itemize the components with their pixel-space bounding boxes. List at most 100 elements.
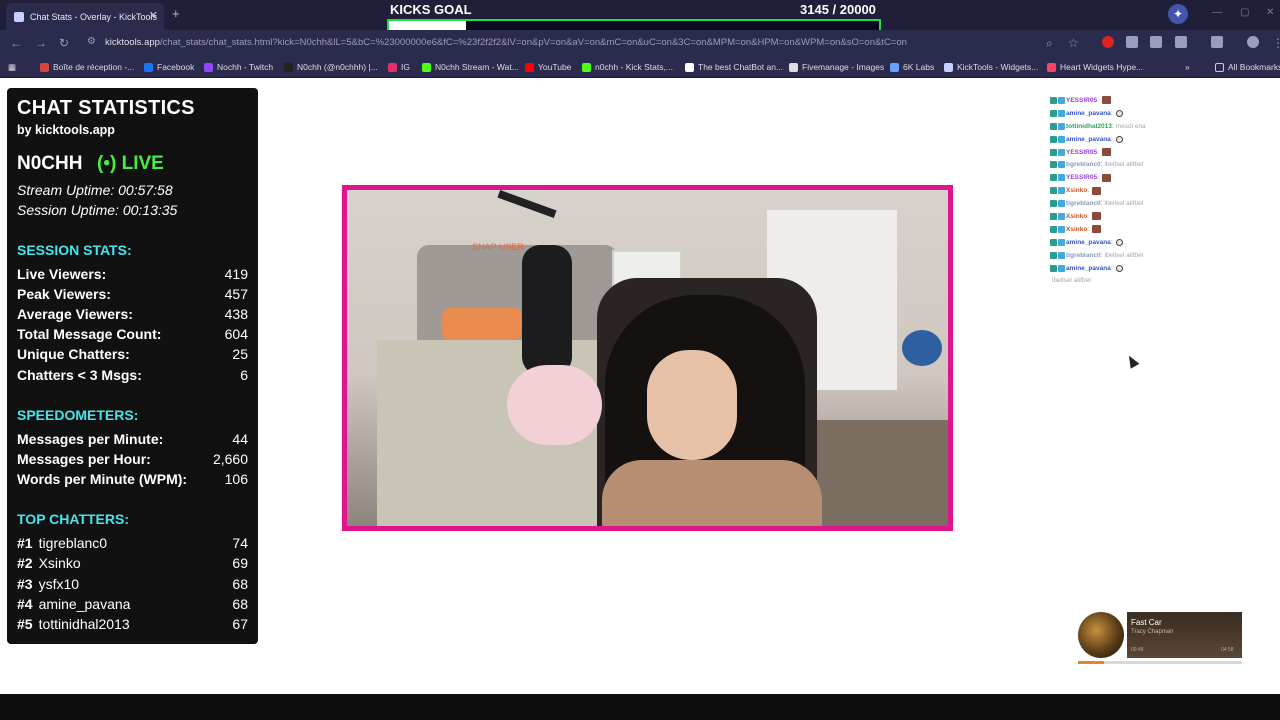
subscriber-badge-icon [1050, 148, 1057, 156]
chat-separator: : [1110, 135, 1113, 143]
top-chatter-row: #1 tigreblanc0 74 [17, 535, 248, 551]
chat-separator: : [1100, 251, 1103, 259]
bookmark-item[interactable]: N0chh Stream - Wat... [422, 62, 519, 72]
bookmark-item[interactable]: 6K Labs [890, 62, 934, 72]
extension-gray-icon[interactable] [1126, 36, 1138, 48]
chat-message: tigreblanc0 : lbellsel alifbel [1050, 197, 1230, 210]
song-title: Fast Car [1131, 618, 1162, 627]
chat-message: tigreblanc0 : lbellsel alifbel [1050, 158, 1230, 171]
skull-emote-icon [1115, 238, 1123, 246]
profile-avatar-icon[interactable] [1247, 36, 1259, 48]
menu-dots-icon[interactable]: ⋮ [1272, 36, 1280, 50]
subscriber-badge-icon [1050, 264, 1057, 272]
bookmark-item[interactable]: n0chh - Kick Stats,... [582, 62, 673, 72]
extension-mask-icon[interactable] [1150, 36, 1162, 48]
bookmark-item[interactable]: N0chh (@n0chhh) |... [284, 62, 378, 72]
heart-widgets-icon [1047, 62, 1056, 72]
verified-badge-icon [1058, 264, 1065, 272]
subscriber-badge-icon [1050, 212, 1057, 220]
all-bookmarks-button[interactable]: All Bookmarks [1215, 62, 1280, 72]
back-icon[interactable]: ← [10, 36, 22, 50]
chat-message: YESSIR05 : [1050, 171, 1230, 184]
chat-text: lbellsel alifbel [1104, 251, 1144, 259]
chat-username: tottinidhal2013 [1066, 122, 1112, 130]
verified-badge-icon [1058, 212, 1065, 220]
maximize-icon[interactable]: ▢ [1240, 7, 1249, 18]
chat-message: tigreblanc0 : lbellsel alifbel [1050, 249, 1230, 262]
session-uptime: Session Uptime: 00:13:35 [17, 202, 178, 218]
extension-star-icon[interactable]: ✦ [1168, 4, 1188, 24]
chat-message: amine_pavana : [1050, 236, 1230, 249]
chat-overlay: YESSIR05 : amine_pavana : tottinidhal2013 … [1050, 94, 1230, 287]
album-art [1078, 612, 1124, 658]
kick-stats-icon [582, 62, 591, 72]
verified-badge-icon [1058, 225, 1065, 233]
stat-row: Total Message Count: 604 [17, 326, 248, 342]
bookmark-item[interactable]: IG [388, 62, 410, 72]
chat-separator: : [1100, 200, 1103, 208]
bookmark-star-icon[interactable]: ☆ [1068, 36, 1079, 50]
url-field[interactable]: kicktools.app/chat_stats/chat_stats.html… [105, 37, 907, 48]
skull-emote-icon [1115, 135, 1123, 143]
skull-emote-icon [1115, 109, 1123, 117]
chat-username: amine_pavana [1066, 109, 1111, 117]
chat-username: amine_pavana [1066, 238, 1111, 246]
facebook-icon [144, 62, 153, 72]
instagram-icon [388, 62, 397, 72]
speedometers-header: SPEEDOMETERS: [17, 407, 139, 423]
verified-badge-icon [1058, 238, 1065, 246]
more-bookmarks-chevron-icon[interactable]: » [1185, 62, 1190, 72]
kicks-goal-count: 3145 / 20000 [800, 2, 876, 17]
chat-statistics-panel: CHAT STATISTICS by kicktools.app N0CHH (… [7, 88, 258, 644]
new-tab-icon[interactable]: + [172, 6, 180, 21]
bookmark-item[interactable]: The best ChatBot an... [685, 62, 783, 72]
chat-username: Xsinko [1066, 187, 1088, 195]
minimize-icon[interactable]: — [1212, 7, 1222, 18]
url-host: kicktools.app [105, 37, 160, 48]
chat-username: tigreblanc0 [1066, 251, 1101, 259]
bookmark-item[interactable]: Boîte de réception -... [40, 62, 134, 72]
reload-icon[interactable]: ↻ [59, 36, 69, 50]
apps-grid-icon[interactable]: ▦ [8, 62, 16, 73]
bookmark-item[interactable]: Fivemanage - Images [789, 62, 884, 72]
bookmark-item[interactable]: Heart Widgets Hype... [1047, 62, 1143, 72]
verified-badge-icon [1058, 161, 1065, 169]
tiktok-icon [284, 62, 293, 72]
subscriber-badge-icon [1050, 122, 1057, 130]
chat-username: tigreblanc0 [1066, 161, 1101, 169]
bookmark-item[interactable]: KickTools - Widgets... [944, 62, 1038, 72]
chat-username: amine_pavana [1066, 264, 1111, 272]
chat-message: Xsinko : [1050, 210, 1230, 223]
url-path: /chat_stats/chat_stats.html?kick=N0chh&l… [159, 37, 907, 48]
cam-mic-windscreen [507, 365, 602, 445]
close-tab-icon[interactable]: ✕ [149, 9, 158, 22]
chat-message: amine_pavana : [1050, 107, 1230, 120]
close-window-icon[interactable]: ✕ [1266, 7, 1274, 18]
chat-separator: : [1097, 174, 1099, 182]
verified-badge-icon [1058, 109, 1065, 117]
browser-tab[interactable]: Chat Stats - Overlay - KickTools ✕ [6, 3, 164, 30]
site-info-icon[interactable]: ⚙ [87, 36, 96, 47]
verified-badge-icon [1058, 251, 1065, 259]
bookmarks-bar: ▦ Boîte de réception -... Facebook Nochh… [0, 57, 1280, 78]
chat-separator: : [1110, 109, 1113, 117]
skull-emote-icon [1115, 264, 1123, 272]
bookmark-item[interactable]: Facebook [144, 62, 194, 72]
chat-separator: : [1087, 212, 1090, 220]
fivemanage-icon [789, 62, 798, 72]
verified-badge-icon [1058, 96, 1065, 104]
top-chatter-row: #5 tottinidhal2013 67 [17, 616, 248, 632]
stats-byline: by kicktools.app [17, 123, 115, 137]
chatbot-icon [685, 62, 694, 72]
song-elapsed: 00:48 [1131, 647, 1144, 653]
bookmark-item[interactable]: Nochh - Twitch [204, 62, 273, 72]
chat-message: YESSIR05 : [1050, 146, 1230, 159]
cam-streamer-face [647, 350, 737, 460]
extensions-puzzle-icon[interactable] [1175, 36, 1187, 48]
extension-red-icon[interactable] [1102, 36, 1114, 48]
forward-icon[interactable]: → [35, 36, 47, 50]
zoom-icon[interactable]: ⌕ [1046, 36, 1053, 51]
side-panel-icon[interactable] [1211, 36, 1223, 48]
chat-username: amine_pavana [1066, 135, 1111, 143]
bookmark-item[interactable]: YouTube [525, 62, 571, 72]
